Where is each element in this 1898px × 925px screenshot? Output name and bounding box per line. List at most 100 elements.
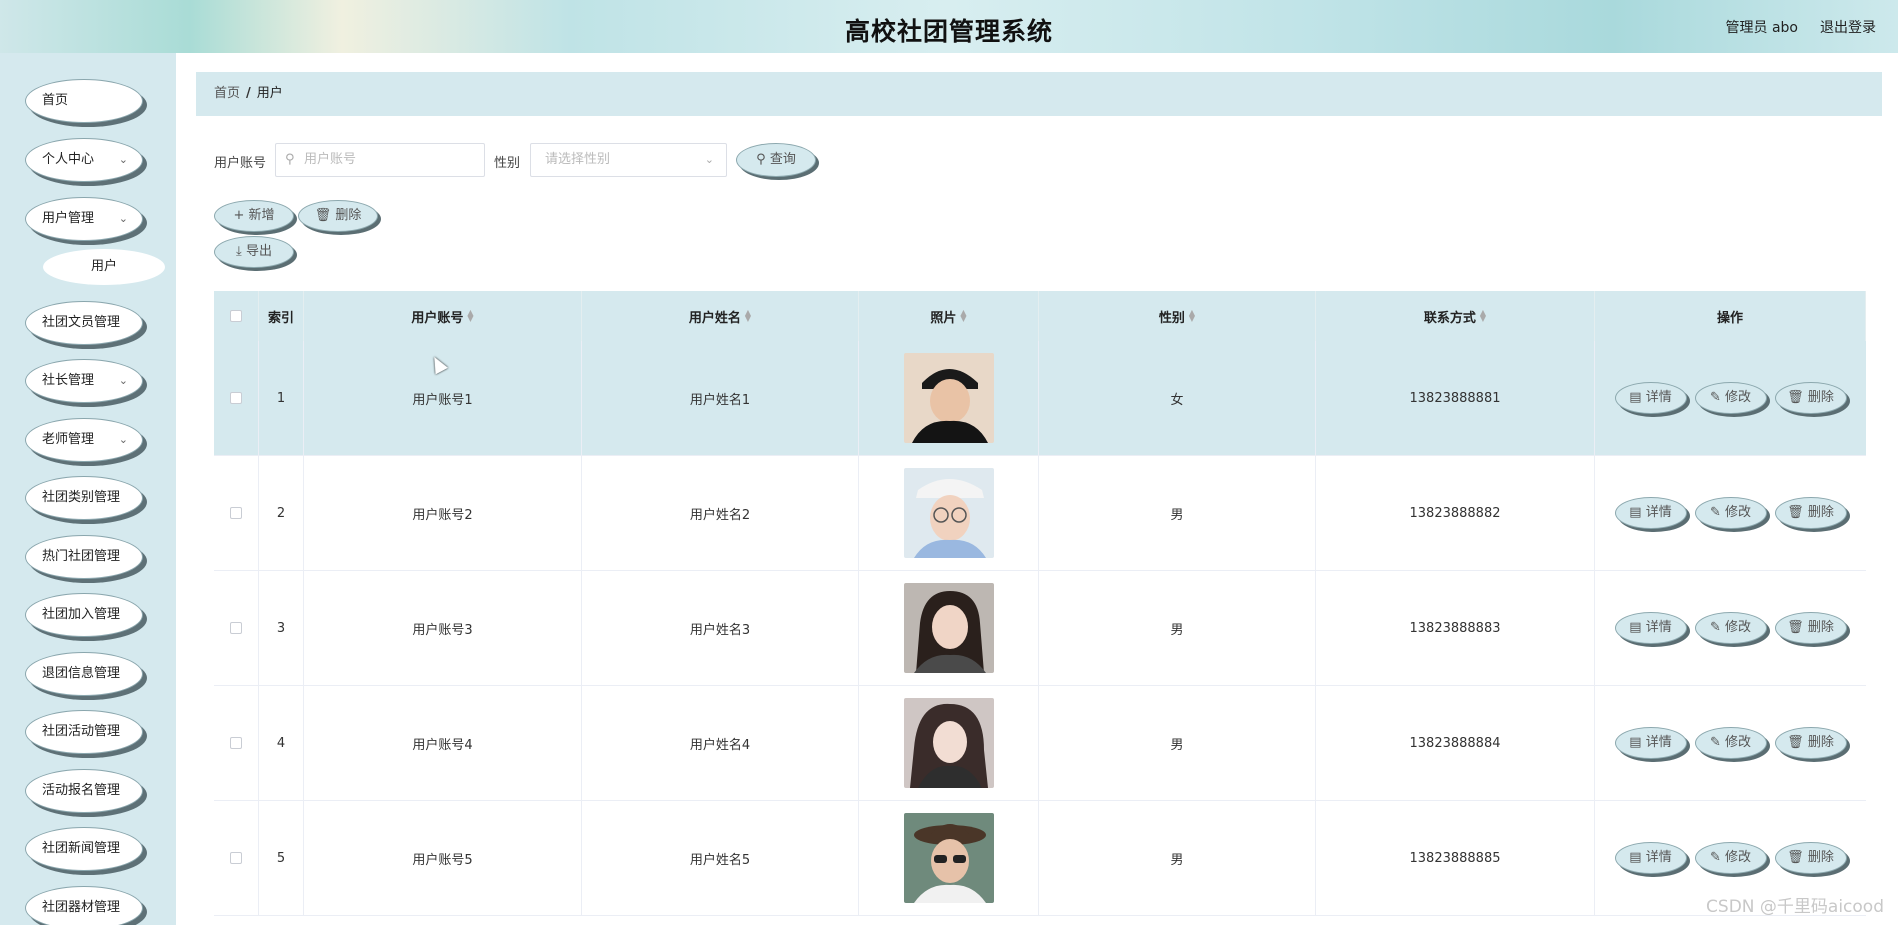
edit-button[interactable]: ✎ 修改 bbox=[1694, 382, 1767, 414]
chevron-down-icon: ⌄ bbox=[118, 153, 128, 166]
chevron-down-icon: ⌄ bbox=[118, 212, 128, 225]
detail-button[interactable]: ▤ 详情 bbox=[1614, 497, 1687, 529]
header-gender-label: 性别 bbox=[1158, 310, 1185, 326]
sidebar-item-label: 热门社团管理 bbox=[42, 549, 121, 564]
row-checkbox[interactable] bbox=[230, 852, 242, 864]
row-checkbox[interactable] bbox=[230, 392, 242, 404]
row-select-cell bbox=[214, 801, 259, 915]
sidebar-item-club-join[interactable]: 社团加入管理 bbox=[25, 593, 143, 637]
user-photo[interactable] bbox=[903, 813, 994, 903]
sidebar-item-club-equipment[interactable]: 社团器材管理 bbox=[25, 886, 143, 925]
delete-button[interactable]: 🗑 删除 bbox=[1774, 842, 1847, 874]
pencil-icon: ✎ bbox=[1709, 390, 1721, 405]
sidebar-item-hot-club[interactable]: 热门社团管理 bbox=[25, 535, 143, 579]
sidebar-item-label: 用户管理 bbox=[42, 211, 95, 226]
cell-gender: 男 bbox=[1039, 686, 1316, 800]
row-checkbox[interactable] bbox=[230, 507, 242, 519]
table-row[interactable]: 2 用户账号2 用户姓名2 男 13823888882 ▤ 详情 ✎ 修改 🗑 … bbox=[214, 456, 1866, 571]
sidebar-item-club-news[interactable]: 社团新闻管理 bbox=[25, 827, 143, 871]
header-phone[interactable]: 联系方式 ▲ ▼ bbox=[1316, 291, 1595, 341]
query-button[interactable]: ⚲ 查询 bbox=[736, 143, 816, 177]
chevron-down-icon: ⌄ bbox=[118, 433, 128, 446]
table-row[interactable]: 3 用户账号3 用户姓名3 男 13823888883 ▤ 详情 ✎ 修改 🗑 … bbox=[214, 571, 1866, 686]
sort-icon[interactable]: ▲ ▼ bbox=[467, 309, 473, 323]
select-all-checkbox[interactable] bbox=[230, 310, 242, 322]
cell-account: 用户账号2 bbox=[304, 456, 582, 570]
user-photo[interactable] bbox=[903, 353, 994, 443]
detail-button[interactable]: ▤ 详情 bbox=[1614, 612, 1687, 644]
logout-link[interactable]: 退出登录 bbox=[1820, 17, 1876, 37]
breadcrumb-home[interactable]: 首页 bbox=[214, 86, 240, 101]
sidebar-item-club-activity[interactable]: 社团活动管理 bbox=[25, 710, 143, 754]
header-account[interactable]: 用户账号 ▲ ▼ bbox=[304, 291, 582, 341]
sidebar-item-label: 社团类别管理 bbox=[42, 490, 121, 505]
header-operations-label: 操作 bbox=[1716, 310, 1743, 326]
batch-delete-button[interactable]: 🗑 删除 bbox=[298, 200, 378, 232]
trash-icon: 🗑 bbox=[1787, 390, 1804, 405]
cell-name: 用户姓名5 bbox=[582, 801, 859, 915]
row-checkbox[interactable] bbox=[230, 737, 242, 749]
cell-index: 3 bbox=[259, 571, 304, 685]
pencil-icon: ✎ bbox=[1709, 850, 1721, 865]
table-row[interactable]: 5 用户账号5 用户姓名5 男 13823888885 ▤ 详情 ✎ 修改 🗑 … bbox=[214, 801, 1866, 916]
user-photo[interactable] bbox=[903, 698, 994, 788]
delete-button[interactable]: 🗑 删除 bbox=[1774, 497, 1847, 529]
sidebar-item-label: 社团器材管理 bbox=[42, 900, 121, 915]
user-table: 索引 用户账号 ▲ ▼ 用户姓名 ▲ ▼ 照片 ▲ ▼ 性别 ▲ ▼ 联系方式 ▲ ▼ 操作 1 用… bbox=[214, 291, 1866, 916]
detail-button[interactable]: ▤ 详情 bbox=[1614, 382, 1687, 414]
edit-label: 修改 bbox=[1725, 850, 1752, 865]
delete-button[interactable]: 🗑 删除 bbox=[1774, 382, 1847, 414]
sidebar-item-activity-signup[interactable]: 活动报名管理 bbox=[25, 769, 143, 813]
sort-icon[interactable]: ▲ ▼ bbox=[1480, 309, 1486, 323]
edit-button[interactable]: ✎ 修改 bbox=[1694, 842, 1767, 874]
sort-icon[interactable]: ▲ ▼ bbox=[960, 309, 966, 323]
add-button[interactable]: + 新增 bbox=[214, 200, 294, 232]
sidebar-item-personal-center[interactable]: 个人中心 ⌄ bbox=[25, 138, 143, 182]
plus-icon: + bbox=[233, 208, 245, 223]
sidebar-item-quit-info[interactable]: 退团信息管理 bbox=[25, 652, 143, 696]
sidebar-item-teacher[interactable]: 老师管理 ⌄ bbox=[25, 418, 143, 462]
edit-button[interactable]: ✎ 修改 bbox=[1694, 612, 1767, 644]
table-row[interactable]: 4 用户账号4 用户姓名4 男 13823888884 ▤ 详情 ✎ 修改 🗑 … bbox=[214, 686, 1866, 801]
chevron-down-icon: ⌄ bbox=[118, 374, 128, 387]
sidebar-item-president[interactable]: 社长管理 ⌄ bbox=[25, 359, 143, 403]
sidebar-item-home[interactable]: 首页 bbox=[25, 79, 143, 123]
detail-button[interactable]: ▤ 详情 bbox=[1614, 727, 1687, 759]
cell-phone: 13823888883 bbox=[1316, 571, 1595, 685]
table-header: 索引 用户账号 ▲ ▼ 用户姓名 ▲ ▼ 照片 ▲ ▼ 性别 ▲ ▼ 联系方式 ▲ ▼ 操作 bbox=[214, 291, 1866, 341]
header-gender[interactable]: 性别 ▲ ▼ bbox=[1039, 291, 1316, 341]
account-label: 用户账号 bbox=[214, 156, 267, 171]
row-checkbox[interactable] bbox=[230, 622, 242, 634]
gender-select[interactable]: 请选择性别 ⌄ bbox=[530, 143, 727, 177]
sort-icon[interactable]: ▲ ▼ bbox=[745, 309, 751, 323]
admin-label: 管理员 abo bbox=[1725, 20, 1798, 36]
delete-button[interactable]: 🗑 删除 bbox=[1774, 612, 1847, 644]
sort-icon[interactable]: ▲ ▼ bbox=[1189, 309, 1195, 323]
delete-button[interactable]: 🗑 删除 bbox=[1774, 727, 1847, 759]
edit-label: 修改 bbox=[1725, 735, 1752, 750]
sidebar-item-club-clerk[interactable]: 社团文员管理 bbox=[25, 301, 143, 345]
cell-phone: 13823888885 bbox=[1316, 801, 1595, 915]
account-search-input[interactable]: ⚲ 用户账号 bbox=[275, 143, 485, 177]
breadcrumb-separator: / bbox=[246, 86, 251, 101]
sidebar-item-user-management[interactable]: 用户管理 ⌄ bbox=[25, 197, 143, 241]
sidebar-subitem-users[interactable]: 用户 bbox=[43, 249, 165, 285]
header-phone-label: 联系方式 bbox=[1423, 310, 1476, 326]
detail-button[interactable]: ▤ 详情 bbox=[1614, 842, 1687, 874]
edit-button[interactable]: ✎ 修改 bbox=[1694, 497, 1767, 529]
export-button[interactable]: ⤓ 导出 bbox=[214, 236, 294, 268]
header-photo[interactable]: 照片 ▲ ▼ bbox=[859, 291, 1039, 341]
edit-button[interactable]: ✎ 修改 bbox=[1694, 727, 1767, 759]
sidebar-item-club-category[interactable]: 社团类别管理 bbox=[25, 476, 143, 520]
sidebar-item-label: 个人中心 bbox=[42, 152, 95, 167]
sidebar-item-label: 社团文员管理 bbox=[42, 315, 121, 330]
user-photo[interactable] bbox=[903, 468, 994, 558]
sidebar: 首页 个人中心 ⌄ 用户管理 ⌄ 用户 社团文员管理 社长管理 ⌄ 老师管理 ⌄ 社团类… bbox=[0, 53, 176, 925]
user-photo[interactable] bbox=[903, 583, 994, 673]
edit-label: 修改 bbox=[1725, 390, 1752, 405]
edit-label: 修改 bbox=[1725, 620, 1752, 635]
cell-photo bbox=[859, 801, 1039, 915]
table-row[interactable]: 1 用户账号1 用户姓名1 女 13823888881 ▤ 详情 ✎ 修改 🗑 … bbox=[214, 341, 1866, 456]
header-name[interactable]: 用户姓名 ▲ ▼ bbox=[582, 291, 859, 341]
delete-label: 删除 bbox=[1807, 620, 1834, 635]
